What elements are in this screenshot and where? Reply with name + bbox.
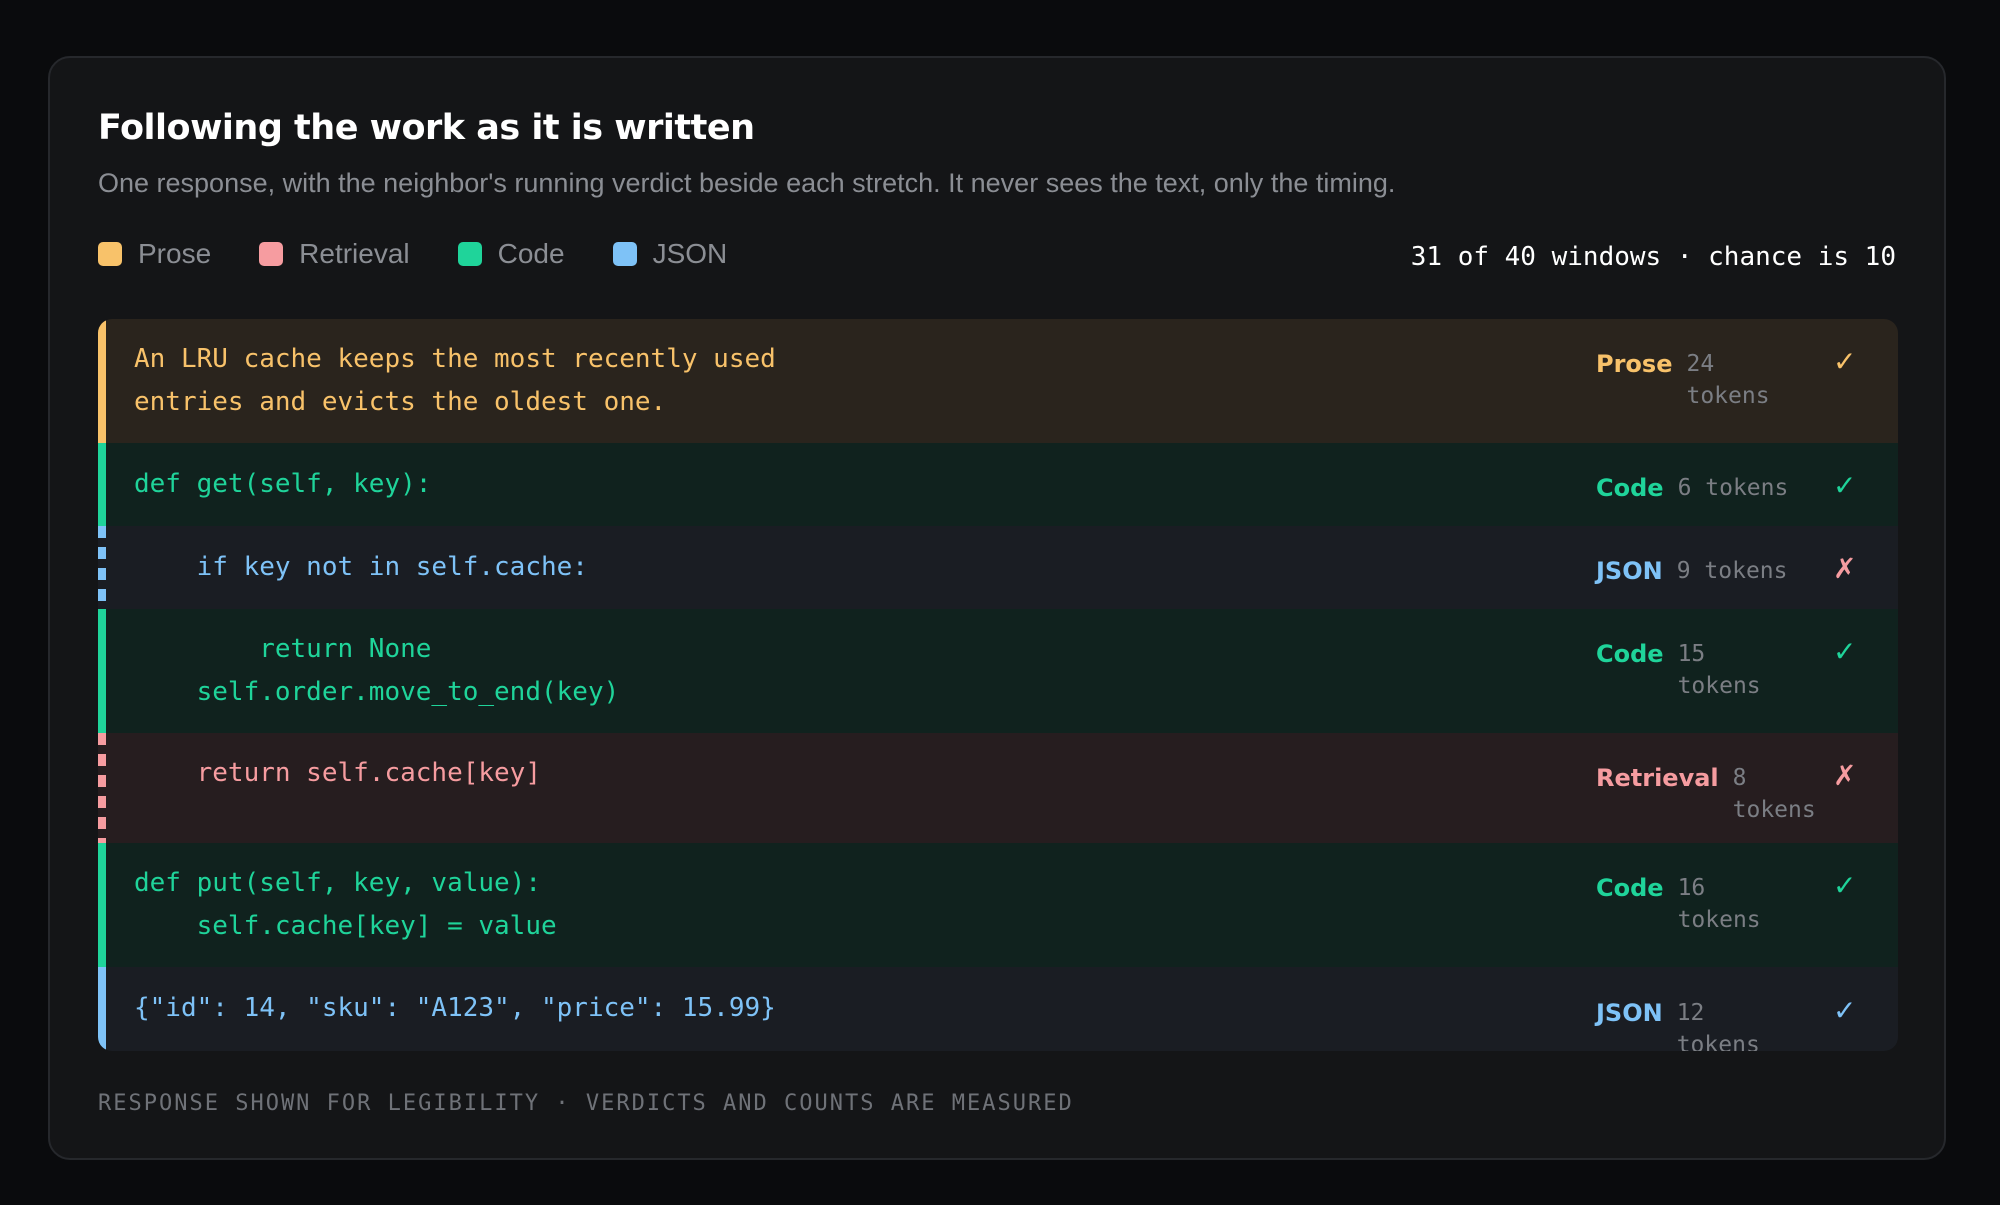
response-text: def get(self, key): [134,469,432,499]
page-title: Following the work as it is written [98,108,755,148]
response-text: def put(self, key, value): [134,868,541,898]
token-count: 24 tokens [1686,351,1770,409]
cross-icon: ✗ [1833,552,1857,585]
check-icon: ✓ [1833,994,1857,1027]
check-icon: ✓ [1833,635,1857,668]
check-icon: ✓ [1833,869,1857,902]
category-bar [98,443,106,526]
verdict-meta: Code 16 tokens [1596,872,1790,936]
legend-item-json: JSON [612,238,728,270]
stretch-row: return self.cache[key] Retrieval 8 token… [98,733,1898,843]
legend-label: JSON [652,238,728,269]
verdict-category: Retrieval [1596,764,1719,792]
verdict-category: JSON [1596,557,1663,585]
token-count: 6 tokens [1677,475,1789,501]
stretch-row: {"id": 14, "sku": "A123", "price": 15.99… [98,967,1898,1051]
footer-note: RESPONSE SHOWN FOR LEGIBILITY · VERDICTS… [98,1091,1074,1116]
code-swatch [457,242,482,266]
check-icon: ✓ [1833,345,1857,378]
category-bar [98,843,106,967]
response-text: self.cache[key] = value [134,911,557,941]
stretch-row: def get(self, key): Code 6 tokens ✓ [98,443,1898,526]
verdict-meta: Code 6 tokens [1596,472,1790,504]
verdict-category: Code [1596,640,1664,668]
token-count: 8 tokens [1732,765,1816,823]
category-bar-dashed [98,526,106,609]
legend: Prose Retrieval Code JSON [98,238,775,270]
stretch-row: An LRU cache keeps the most recently use… [98,319,1898,443]
json-swatch [612,242,637,266]
token-count: 16 tokens [1677,875,1761,933]
window-count: 31 of 40 windows · chance is 10 [1410,242,1896,272]
verdict-category: Prose [1596,350,1673,378]
stretch-row: if key not in self.cache: JSON 9 tokens … [98,526,1898,609]
category-bar [98,319,106,443]
response-text: return self.cache[key] [134,758,541,788]
verdict-category: JSON [1596,999,1663,1027]
prose-swatch [98,242,122,266]
stretch-row: def put(self, key, value): self.cache[ke… [98,843,1898,967]
verdict-meta: Prose 24 tokens [1596,348,1798,412]
verdict-meta: Code 15 tokens [1596,638,1790,702]
legend-label: Retrieval [299,238,410,269]
legend-label: Code [497,238,565,269]
verdict-meta: JSON 9 tokens [1596,555,1789,587]
token-count: 15 tokens [1677,641,1761,699]
stretch-row: return None self.order.move_to_end(key) … [98,609,1898,733]
page-subtitle: One response, with the neighbor's runnin… [98,168,1396,198]
response-stretches: An LRU cache keeps the most recently use… [98,319,1898,1051]
cross-icon: ✗ [1833,759,1857,792]
verdict-category: Code [1596,874,1664,902]
category-bar [98,609,106,733]
verdict-meta: JSON 12 tokens [1596,997,1789,1051]
response-text: return None [134,634,432,664]
response-text: {"id": 14, "sku": "A123", "price": 15.99… [134,993,776,1023]
legend-label: Prose [138,238,212,269]
retrieval-swatch [259,242,284,266]
category-bar [98,967,106,1051]
response-text: if key not in self.cache: [134,552,588,582]
verdict-category: Code [1596,474,1664,502]
check-icon: ✓ [1833,469,1857,502]
response-text: self.order.move_to_end(key) [134,677,620,707]
visualization-card: Following the work as it is written One … [48,56,1946,1160]
response-text: entries and evicts the oldest one. [134,387,667,417]
token-count: 12 tokens [1676,1000,1760,1051]
legend-item-prose: Prose [98,238,211,270]
response-text: An LRU cache keeps the most recently use… [134,344,776,374]
legend-item-code: Code [457,238,565,270]
legend-item-retrieval: Retrieval [259,238,410,270]
token-count: 9 tokens [1676,558,1788,584]
category-bar-dashed [98,733,106,843]
verdict-meta: Retrieval 8 tokens [1596,762,1823,826]
